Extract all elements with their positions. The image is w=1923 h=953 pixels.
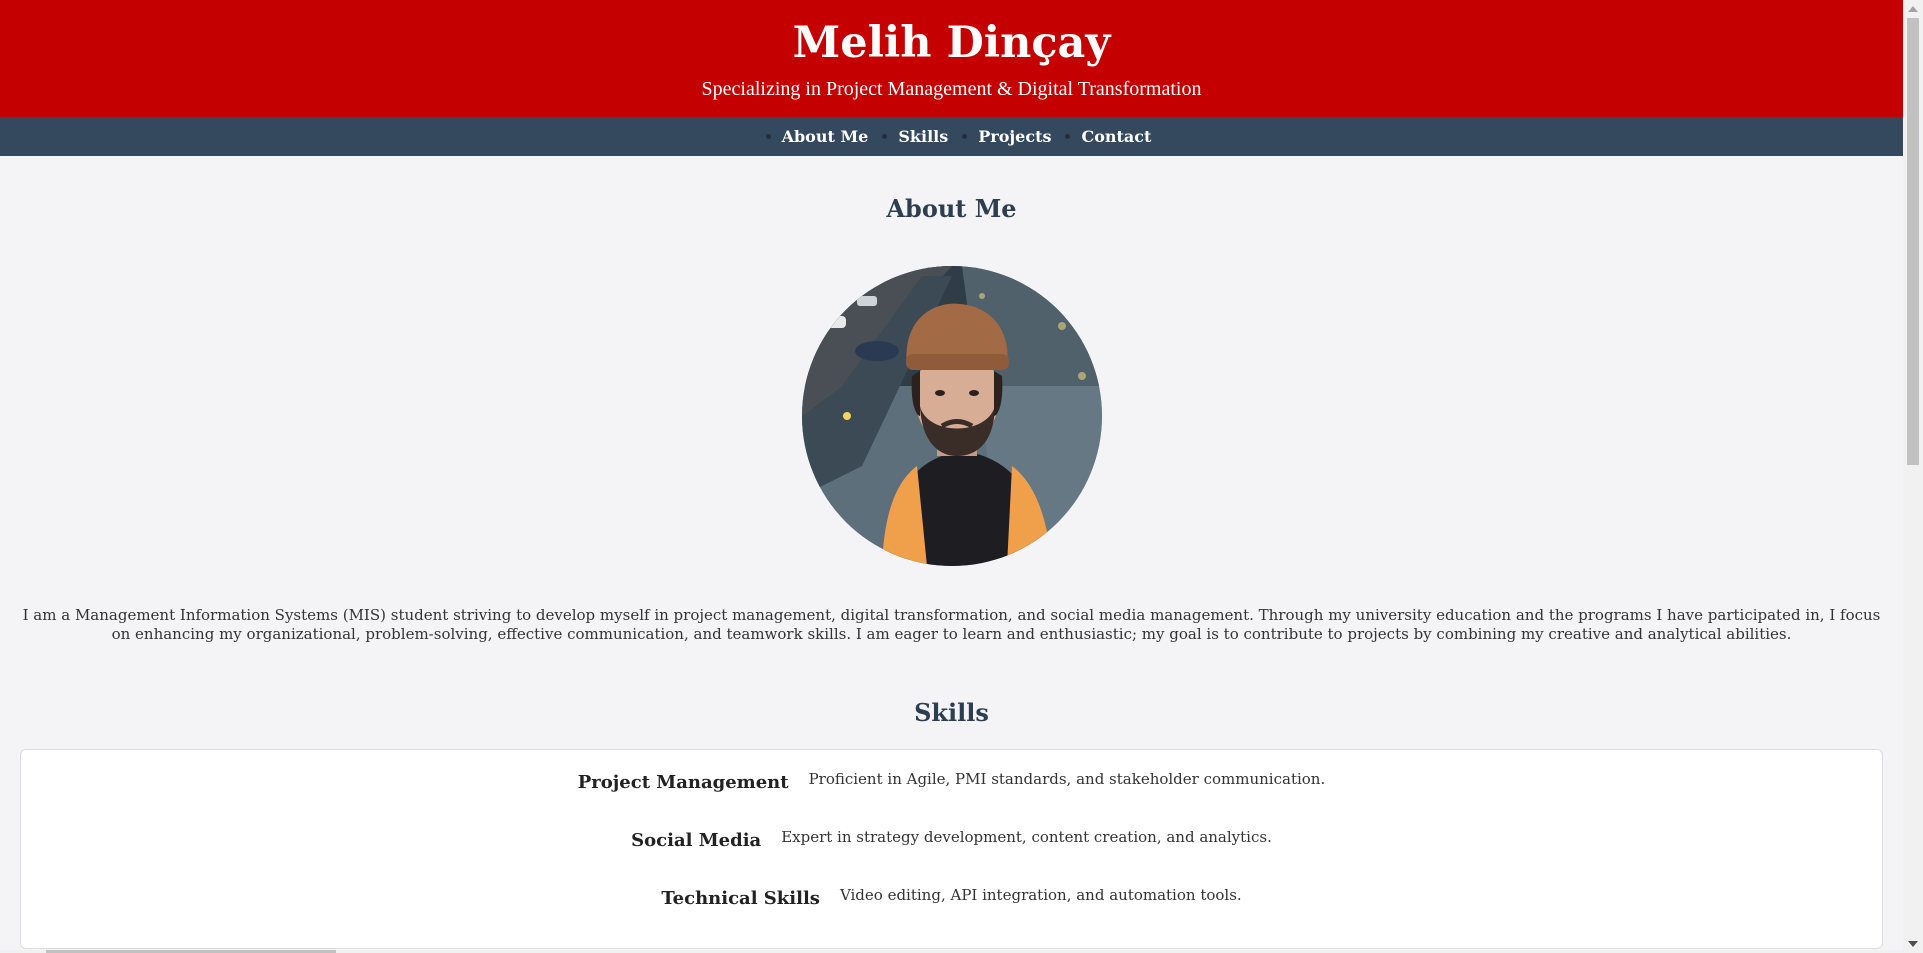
main-nav: About Me Skills Projects Contact <box>0 117 1903 156</box>
skills-card: Project Management Proficient in Agile, … <box>20 749 1883 949</box>
skill-name: Social Media <box>631 830 762 851</box>
bullet-icon <box>1065 134 1071 139</box>
skill-description: Expert in strategy development, content … <box>781 828 1272 846</box>
skills-heading: Skills <box>914 698 989 727</box>
profile-photo <box>801 266 1102 566</box>
scroll-up-icon[interactable] <box>1908 6 1918 12</box>
skill-item: Social Media Expert in strategy developm… <box>21 828 1882 888</box>
profile-photo-icon <box>801 266 1102 566</box>
skill-item: Technical Skills Video editing, API inte… <box>21 886 1882 946</box>
nav-item-projects: Projects <box>948 127 1051 146</box>
about-text: I am a Management Information Systems (M… <box>22 606 1881 643</box>
skill-name: Technical Skills <box>661 888 820 909</box>
page: Melih Dinçay Specializing in Project Man… <box>0 0 1903 953</box>
nav-item-skills: Skills <box>868 127 948 146</box>
skill-name: Project Management <box>577 772 789 793</box>
nav-link-about[interactable]: About Me <box>782 127 869 146</box>
scrollbar-thumb[interactable] <box>1907 18 1919 465</box>
nav-item-about: About Me <box>752 127 869 146</box>
bullet-icon <box>765 134 771 139</box>
nav-item-contact: Contact <box>1051 127 1151 146</box>
scroll-down-icon[interactable] <box>1908 941 1918 947</box>
browser-viewport: Melih Dinçay Specializing in Project Man… <box>0 0 1923 953</box>
site-header: Melih Dinçay Specializing in Project Man… <box>0 0 1903 117</box>
nav-link-projects[interactable]: Projects <box>978 127 1051 146</box>
about-section: About Me I am a Management Information S… <box>0 194 1903 644</box>
bullet-icon <box>882 134 888 139</box>
nav-link-skills[interactable]: Skills <box>898 127 948 146</box>
site-title: Melih Dinçay <box>792 18 1111 68</box>
skills-section: Skills Project Management Proficient in … <box>0 698 1903 949</box>
nav-link-contact[interactable]: Contact <box>1081 127 1151 146</box>
skill-description: Video editing, API integration, and auto… <box>839 886 1242 904</box>
vertical-scrollbar[interactable] <box>1903 0 1923 953</box>
nav-list: About Me Skills Projects Contact <box>752 127 1151 146</box>
about-heading: About Me <box>886 194 1017 223</box>
bullet-icon <box>962 134 968 139</box>
skill-description: Proficient in Agile, PMI standards, and … <box>808 770 1326 788</box>
site-subtitle: Specializing in Project Management & Dig… <box>701 78 1202 100</box>
skill-item: Project Management Proficient in Agile, … <box>21 770 1882 830</box>
